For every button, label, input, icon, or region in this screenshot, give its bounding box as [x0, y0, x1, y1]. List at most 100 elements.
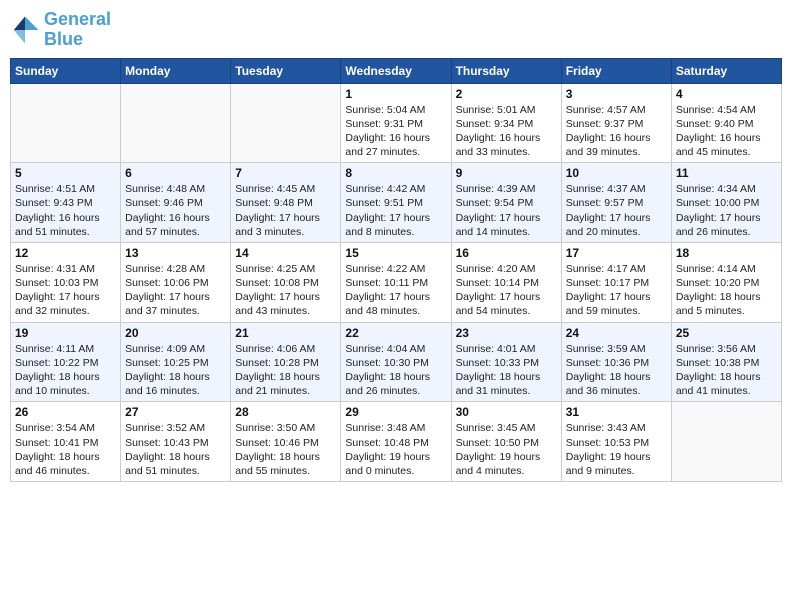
calendar-cell: 23Sunrise: 4:01 AM Sunset: 10:33 PM Dayl… — [451, 322, 561, 402]
day-number: 7 — [235, 166, 336, 180]
day-number: 21 — [235, 326, 336, 340]
day-number: 19 — [15, 326, 116, 340]
calendar-table: SundayMondayTuesdayWednesdayThursdayFrid… — [10, 58, 782, 482]
calendar-cell: 28Sunrise: 3:50 AM Sunset: 10:46 PM Dayl… — [231, 402, 341, 482]
calendar-week-row: 1 Sunrise: 5:04 AM Sunset: 9:31 PM Daylig… — [11, 83, 782, 163]
day-info: Sunrise: 4:34 AM Sunset: 10:00 PM Daylig… — [676, 182, 777, 239]
calendar-cell: 4 Sunrise: 4:54 AM Sunset: 9:40 PM Daylig… — [671, 83, 781, 163]
logo-text-line1: General — [44, 10, 111, 30]
day-number: 12 — [15, 246, 116, 260]
calendar-cell: 11 Sunrise: 4:34 AM Sunset: 10:00 PM Dayl… — [671, 163, 781, 243]
day-number: 30 — [456, 405, 557, 419]
day-number: 27 — [125, 405, 226, 419]
day-info: Sunrise: 3:56 AM Sunset: 10:38 PM Daylig… — [676, 342, 777, 399]
day-info: Sunrise: 4:11 AM Sunset: 10:22 PM Daylig… — [15, 342, 116, 399]
calendar-cell: 5Sunrise: 4:51 AM Sunset: 9:43 PM Daylig… — [11, 163, 121, 243]
day-info: Sunrise: 5:01 AM Sunset: 9:34 PM Dayligh… — [456, 103, 557, 160]
day-info: Sunrise: 4:37 AM Sunset: 9:57 PM Dayligh… — [566, 182, 667, 239]
calendar-cell: 13 Sunrise: 4:28 AM Sunset: 10:06 PM Dayl… — [121, 242, 231, 322]
day-number: 20 — [125, 326, 226, 340]
day-number: 10 — [566, 166, 667, 180]
day-number: 8 — [345, 166, 446, 180]
calendar-cell: 31Sunrise: 3:43 AM Sunset: 10:53 PM Dayl… — [561, 402, 671, 482]
calendar-week-row: 12 Sunrise: 4:31 AM Sunset: 10:03 PM Dayl… — [11, 242, 782, 322]
calendar-cell: 2 Sunrise: 5:01 AM Sunset: 9:34 PM Daylig… — [451, 83, 561, 163]
logo-text-line2: Blue — [44, 30, 111, 50]
day-info: Sunrise: 4:17 AM Sunset: 10:17 PM Daylig… — [566, 262, 667, 319]
weekday-header-wednesday: Wednesday — [341, 58, 451, 83]
weekday-header-tuesday: Tuesday — [231, 58, 341, 83]
day-info: Sunrise: 3:52 AM Sunset: 10:43 PM Daylig… — [125, 421, 226, 478]
weekday-header-friday: Friday — [561, 58, 671, 83]
page-header: General Blue — [10, 10, 782, 50]
day-info: Sunrise: 3:43 AM Sunset: 10:53 PM Daylig… — [566, 421, 667, 478]
day-number: 5 — [15, 166, 116, 180]
calendar-cell — [231, 83, 341, 163]
day-info: Sunrise: 4:09 AM Sunset: 10:25 PM Daylig… — [125, 342, 226, 399]
day-info: Sunrise: 4:14 AM Sunset: 10:20 PM Daylig… — [676, 262, 777, 319]
day-number: 3 — [566, 87, 667, 101]
calendar-cell: 19 Sunrise: 4:11 AM Sunset: 10:22 PM Dayl… — [11, 322, 121, 402]
logo: General Blue — [10, 10, 111, 50]
calendar-header-row: SundayMondayTuesdayWednesdayThursdayFrid… — [11, 58, 782, 83]
calendar-cell: 24 Sunrise: 3:59 AM Sunset: 10:36 PM Dayl… — [561, 322, 671, 402]
day-number: 29 — [345, 405, 446, 419]
calendar-cell — [671, 402, 781, 482]
day-number: 15 — [345, 246, 446, 260]
calendar-cell — [121, 83, 231, 163]
calendar-cell: 29Sunrise: 3:48 AM Sunset: 10:48 PM Dayl… — [341, 402, 451, 482]
calendar-cell: 18 Sunrise: 4:14 AM Sunset: 10:20 PM Dayl… — [671, 242, 781, 322]
day-number: 13 — [125, 246, 226, 260]
day-number: 24 — [566, 326, 667, 340]
calendar-cell: 26Sunrise: 3:54 AM Sunset: 10:41 PM Dayl… — [11, 402, 121, 482]
calendar-cell: 6 Sunrise: 4:48 AM Sunset: 9:46 PM Daylig… — [121, 163, 231, 243]
day-info: Sunrise: 5:04 AM Sunset: 9:31 PM Dayligh… — [345, 103, 446, 160]
weekday-header-thursday: Thursday — [451, 58, 561, 83]
day-number: 25 — [676, 326, 777, 340]
calendar-week-row: 26Sunrise: 3:54 AM Sunset: 10:41 PM Dayl… — [11, 402, 782, 482]
calendar-cell: 10 Sunrise: 4:37 AM Sunset: 9:57 PM Dayli… — [561, 163, 671, 243]
calendar-cell: 7 Sunrise: 4:45 AM Sunset: 9:48 PM Daylig… — [231, 163, 341, 243]
day-info: Sunrise: 4:31 AM Sunset: 10:03 PM Daylig… — [15, 262, 116, 319]
calendar-cell: 21 Sunrise: 4:06 AM Sunset: 10:28 PM Dayl… — [231, 322, 341, 402]
day-number: 2 — [456, 87, 557, 101]
day-number: 14 — [235, 246, 336, 260]
weekday-header-monday: Monday — [121, 58, 231, 83]
day-number: 9 — [456, 166, 557, 180]
calendar-cell: 17 Sunrise: 4:17 AM Sunset: 10:17 PM Dayl… — [561, 242, 671, 322]
day-number: 17 — [566, 246, 667, 260]
calendar-cell — [11, 83, 121, 163]
weekday-header-sunday: Sunday — [11, 58, 121, 83]
day-number: 4 — [676, 87, 777, 101]
day-info: Sunrise: 3:59 AM Sunset: 10:36 PM Daylig… — [566, 342, 667, 399]
calendar-cell: 3 Sunrise: 4:57 AM Sunset: 9:37 PM Daylig… — [561, 83, 671, 163]
day-number: 1 — [345, 87, 446, 101]
day-info: Sunrise: 4:06 AM Sunset: 10:28 PM Daylig… — [235, 342, 336, 399]
day-number: 6 — [125, 166, 226, 180]
day-info: Sunrise: 4:48 AM Sunset: 9:46 PM Dayligh… — [125, 182, 226, 239]
day-number: 26 — [15, 405, 116, 419]
calendar-cell: 30Sunrise: 3:45 AM Sunset: 10:50 PM Dayl… — [451, 402, 561, 482]
logo-icon — [10, 15, 40, 45]
day-number: 18 — [676, 246, 777, 260]
day-info: Sunrise: 4:54 AM Sunset: 9:40 PM Dayligh… — [676, 103, 777, 160]
day-info: Sunrise: 4:57 AM Sunset: 9:37 PM Dayligh… — [566, 103, 667, 160]
calendar-cell: 15 Sunrise: 4:22 AM Sunset: 10:11 PM Dayl… — [341, 242, 451, 322]
day-number: 16 — [456, 246, 557, 260]
day-info: Sunrise: 4:28 AM Sunset: 10:06 PM Daylig… — [125, 262, 226, 319]
calendar-cell: 16Sunrise: 4:20 AM Sunset: 10:14 PM Dayl… — [451, 242, 561, 322]
day-number: 11 — [676, 166, 777, 180]
calendar-cell: 9Sunrise: 4:39 AM Sunset: 9:54 PM Daylig… — [451, 163, 561, 243]
day-info: Sunrise: 4:04 AM Sunset: 10:30 PM Daylig… — [345, 342, 446, 399]
calendar-week-row: 19 Sunrise: 4:11 AM Sunset: 10:22 PM Dayl… — [11, 322, 782, 402]
day-number: 22 — [345, 326, 446, 340]
day-info: Sunrise: 4:25 AM Sunset: 10:08 PM Daylig… — [235, 262, 336, 319]
day-info: Sunrise: 4:42 AM Sunset: 9:51 PM Dayligh… — [345, 182, 446, 239]
calendar-cell: 12 Sunrise: 4:31 AM Sunset: 10:03 PM Dayl… — [11, 242, 121, 322]
day-info: Sunrise: 4:45 AM Sunset: 9:48 PM Dayligh… — [235, 182, 336, 239]
day-info: Sunrise: 4:22 AM Sunset: 10:11 PM Daylig… — [345, 262, 446, 319]
weekday-header-saturday: Saturday — [671, 58, 781, 83]
day-number: 23 — [456, 326, 557, 340]
calendar-week-row: 5Sunrise: 4:51 AM Sunset: 9:43 PM Daylig… — [11, 163, 782, 243]
day-number: 28 — [235, 405, 336, 419]
